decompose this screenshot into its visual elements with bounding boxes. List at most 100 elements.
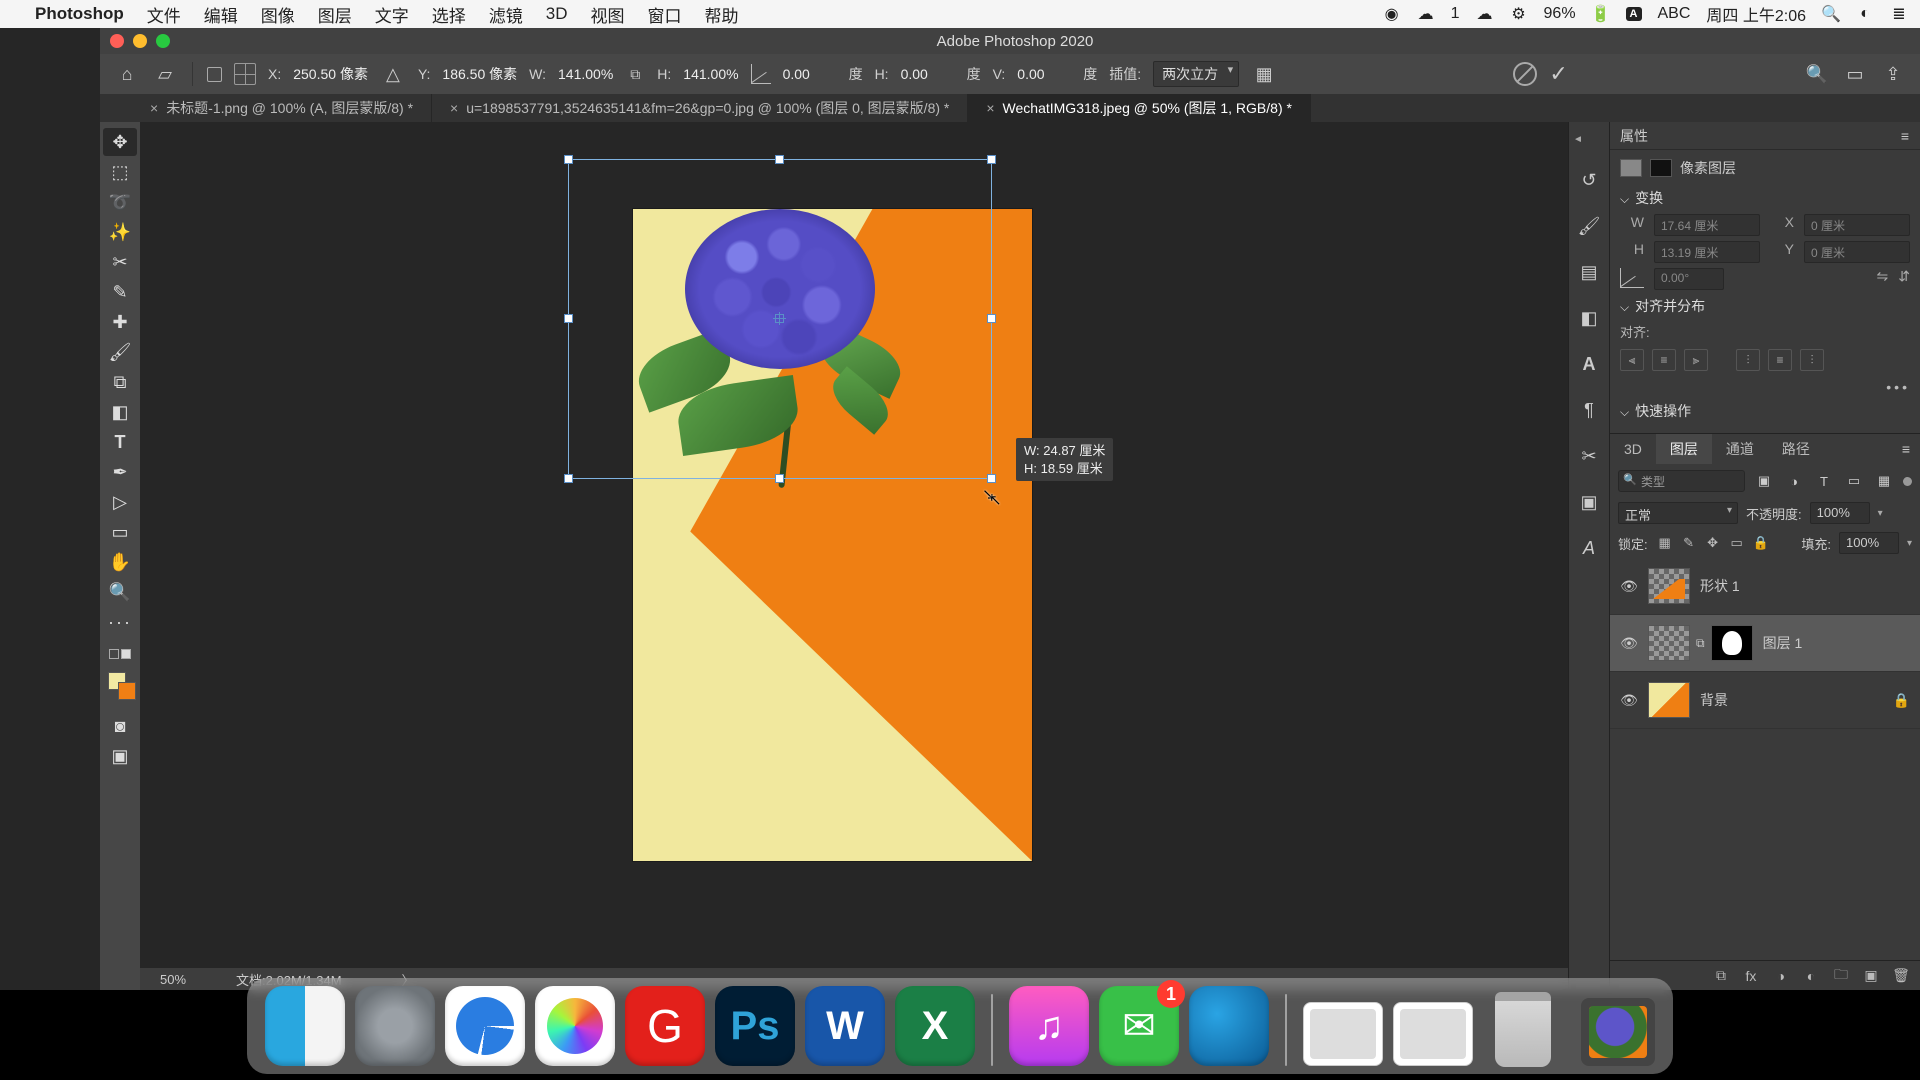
transform-handle[interactable] [987,155,996,164]
transform-bounding-box[interactable] [568,159,992,479]
quick-mask-icon[interactable]: ◙ [103,712,137,740]
share-icon[interactable]: ⇪ [1880,61,1906,87]
menu-edit[interactable]: 编辑 [204,2,238,27]
more-options-icon[interactable]: ••• [1620,379,1910,395]
lock-brush-icon[interactable]: ✎ [1680,534,1698,552]
char-styles-panel-icon[interactable]: A [1576,535,1602,561]
paragraph-panel-icon[interactable]: ¶ [1576,397,1602,423]
panel-menu-icon[interactable]: ≡ [1901,128,1910,144]
home-icon[interactable]: ⌂ [114,61,140,87]
flip-v-icon[interactable]: ⇵ [1898,268,1910,290]
layer-thumbnail[interactable] [1648,625,1690,661]
menu-select[interactable]: 选择 [432,2,466,27]
blend-mode-dropdown[interactable]: 正常 [1618,502,1738,524]
align-vcenter-icon[interactable]: ≡ [1768,349,1792,371]
close-tab-icon[interactable]: × [450,100,458,116]
filter-image-icon[interactable]: ▣ [1753,470,1775,492]
lock-position-icon[interactable]: ✥ [1704,534,1722,552]
transform-handle[interactable] [564,314,573,323]
type-tool[interactable]: T [103,428,137,456]
fx-icon[interactable]: fx [1742,968,1760,984]
document-tab[interactable]: × 未标题-1.png @ 100% (A, 图层蒙版/8) * [132,94,432,122]
quick-select-tool[interactable]: ✨ [103,218,137,246]
trash-icon[interactable] [1483,986,1563,1066]
finder-app-icon[interactable] [265,986,345,1066]
zoom-value[interactable]: 50% [160,972,186,987]
filter-smart-icon[interactable]: ▦ [1873,470,1895,492]
lasso-tool[interactable]: ➰ [103,188,137,216]
transform-center-icon[interactable] [775,314,784,323]
delete-layer-icon[interactable]: 🗑 [1892,967,1910,984]
hskew-value[interactable]: 0.00 [901,66,955,82]
align-top-icon[interactable]: ⫶ [1736,349,1760,371]
eyedropper-tool[interactable]: ✎ [103,278,137,306]
opacity-value[interactable]: 100% [1810,502,1870,524]
layer-name[interactable]: 图层 1 [1763,633,1803,653]
transform-handle[interactable] [987,474,996,483]
menu-help[interactable]: 帮助 [705,2,739,27]
layer-row[interactable]: 👁 背景 🔒 [1610,672,1920,729]
prop-y-value[interactable]: 0 厘米 [1804,241,1910,263]
path-select-tool[interactable]: ▷ [103,488,137,516]
close-window-button[interactable] [110,34,124,48]
layer-thumbnail[interactable] [1648,568,1690,604]
w-value[interactable]: 141.00% [558,66,613,82]
photos-app-icon[interactable] [535,986,615,1066]
cancel-transform-icon[interactable] [1513,62,1537,86]
adjustment-icon[interactable]: ◐ [1802,968,1820,984]
quick-share-icon[interactable]: ▭ [1842,61,1868,87]
lock-artboard-icon[interactable]: ▭ [1728,534,1746,552]
commit-transform-icon[interactable]: ✓ [1549,61,1567,87]
filter-adjust-icon[interactable]: ◑ [1783,470,1805,492]
tab-paths[interactable]: 路径 [1768,434,1824,464]
input-source-badge[interactable]: A [1626,7,1642,21]
screen-record-icon[interactable]: ◉ [1383,5,1401,23]
layer-name[interactable]: 形状 1 [1700,576,1740,596]
crop-tool[interactable]: ✂ [103,248,137,276]
wechat-status-icon[interactable]: ☁ [1417,5,1435,23]
align-right-icon[interactable]: ⫸ [1684,349,1708,371]
collapse-arrows-icon[interactable]: ◂◂ [1575,132,1576,145]
delta-icon[interactable]: △ [380,61,406,87]
angle-icon[interactable] [751,64,771,84]
battery-icon[interactable]: 🔋 [1592,5,1610,23]
transform-handle[interactable] [987,314,996,323]
transform-tool-icon[interactable]: ▱ [152,61,178,87]
character-panel-icon[interactable]: A [1576,351,1602,377]
tab-layers[interactable]: 图层 [1656,434,1712,464]
pen-tool[interactable]: ✒ [103,458,137,486]
marquee-tool[interactable]: ⬚ [103,158,137,186]
align-hcenter-icon[interactable]: ≡ [1652,349,1676,371]
transform-handle[interactable] [775,155,784,164]
styles-panel-icon[interactable]: ✂ [1576,443,1602,469]
layer-thumbnail[interactable] [1648,682,1690,718]
libraries-panel-icon[interactable]: ▣ [1576,489,1602,515]
new-layer-icon[interactable]: ▣ [1862,967,1880,984]
layer-filter-search[interactable]: 类型 [1618,470,1745,492]
healing-brush-tool[interactable]: ✚ [103,308,137,336]
siri-icon[interactable]: ◐ [1856,5,1874,23]
fill-value[interactable]: 100% [1839,532,1899,554]
adjust-panel-icon[interactable]: ◧ [1576,305,1602,331]
menu-window[interactable]: 窗口 [648,2,682,27]
aspect-link-icon[interactable]: ⧉ [625,64,645,84]
mask-icon[interactable]: ◑ [1772,968,1790,984]
fg-bg-swatch[interactable] [103,668,137,696]
swatches-panel-icon[interactable]: ▤ [1576,259,1602,285]
close-tab-icon[interactable]: × [150,100,158,116]
group-icon[interactable]: 🗀 [1832,964,1850,988]
wechat-app-icon[interactable]: ✉ 1 [1099,986,1179,1066]
minimized-window[interactable] [1393,1002,1473,1066]
link-layers-icon[interactable]: ⧉ [1712,967,1730,984]
align-bottom-icon[interactable]: ⫶ [1800,349,1824,371]
app-name[interactable]: Photoshop [35,4,124,24]
word-app-icon[interactable]: W [805,986,885,1066]
prop-h-value[interactable]: 13.19 厘米 [1654,241,1760,263]
netease-music-app-icon[interactable]: G [625,986,705,1066]
y-value[interactable]: 186.50 像素 [442,64,517,84]
filter-type-icon[interactable]: T [1813,470,1835,492]
align-left-icon[interactable]: ⫷ [1620,349,1644,371]
clone-stamp-tool[interactable]: ⧉ [103,368,137,396]
cloud-icon[interactable]: ☁ [1476,5,1494,23]
menu-filter[interactable]: 滤镜 [489,2,523,27]
